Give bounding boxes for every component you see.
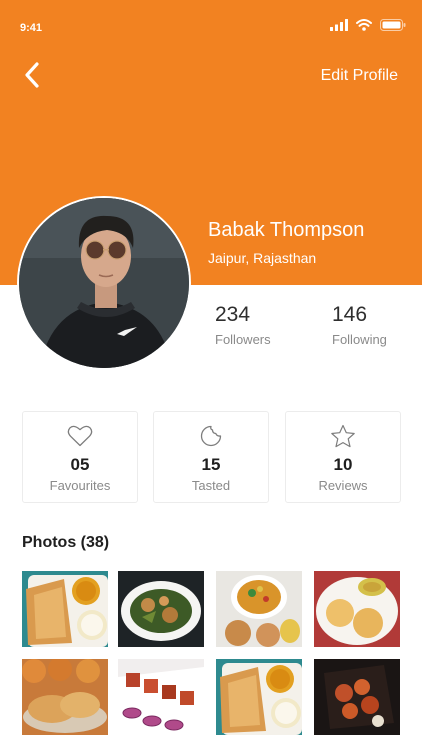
signal-icon (330, 18, 348, 36)
star-icon (330, 424, 356, 448)
avatar[interactable] (17, 196, 191, 370)
tasted-card[interactable]: 15 Tasted (153, 411, 269, 503)
followers-count[interactable]: 234 (215, 303, 250, 327)
profile-name: Babak Thompson (208, 219, 365, 241)
wifi-icon (356, 18, 372, 36)
back-button[interactable] (18, 61, 46, 93)
photo-thumbnail[interactable] (22, 571, 108, 647)
photo-thumbnail[interactable] (314, 659, 400, 735)
heart-icon (67, 424, 93, 448)
photo-thumbnail[interactable] (314, 571, 400, 647)
status-time: 9:41 (20, 22, 43, 34)
photo-thumbnail[interactable] (216, 571, 302, 647)
photo-thumbnail[interactable] (216, 659, 302, 735)
status-bar: 9:41 (0, 0, 422, 40)
profile-location: Jaipur, Rajasthan (208, 250, 317, 266)
photo-thumbnail[interactable] (118, 659, 204, 735)
tasted-count: 15 (201, 455, 221, 474)
reviews-count: 10 (333, 455, 353, 474)
tasted-label: Tasted (191, 478, 231, 493)
favourites-card[interactable]: 05 Favourites (22, 411, 138, 503)
bitten-cookie-icon (199, 424, 223, 448)
following-count[interactable]: 146 (332, 303, 367, 327)
favourites-count: 05 (70, 455, 90, 474)
reviews-label: Reviews (318, 478, 368, 493)
favourites-label: Favourites (49, 478, 111, 493)
edit-profile-button[interactable]: Edit Profile (321, 67, 398, 85)
chevron-left-icon (24, 61, 40, 93)
reviews-card[interactable]: 10 Reviews (285, 411, 401, 503)
photos-title: Photos (38) (22, 534, 110, 551)
following-label[interactable]: Following (332, 332, 387, 347)
photo-thumbnail[interactable] (118, 571, 204, 647)
status-icons (330, 18, 406, 36)
battery-icon (380, 18, 406, 36)
followers-label[interactable]: Followers (215, 332, 271, 347)
photo-thumbnail[interactable] (22, 659, 108, 735)
